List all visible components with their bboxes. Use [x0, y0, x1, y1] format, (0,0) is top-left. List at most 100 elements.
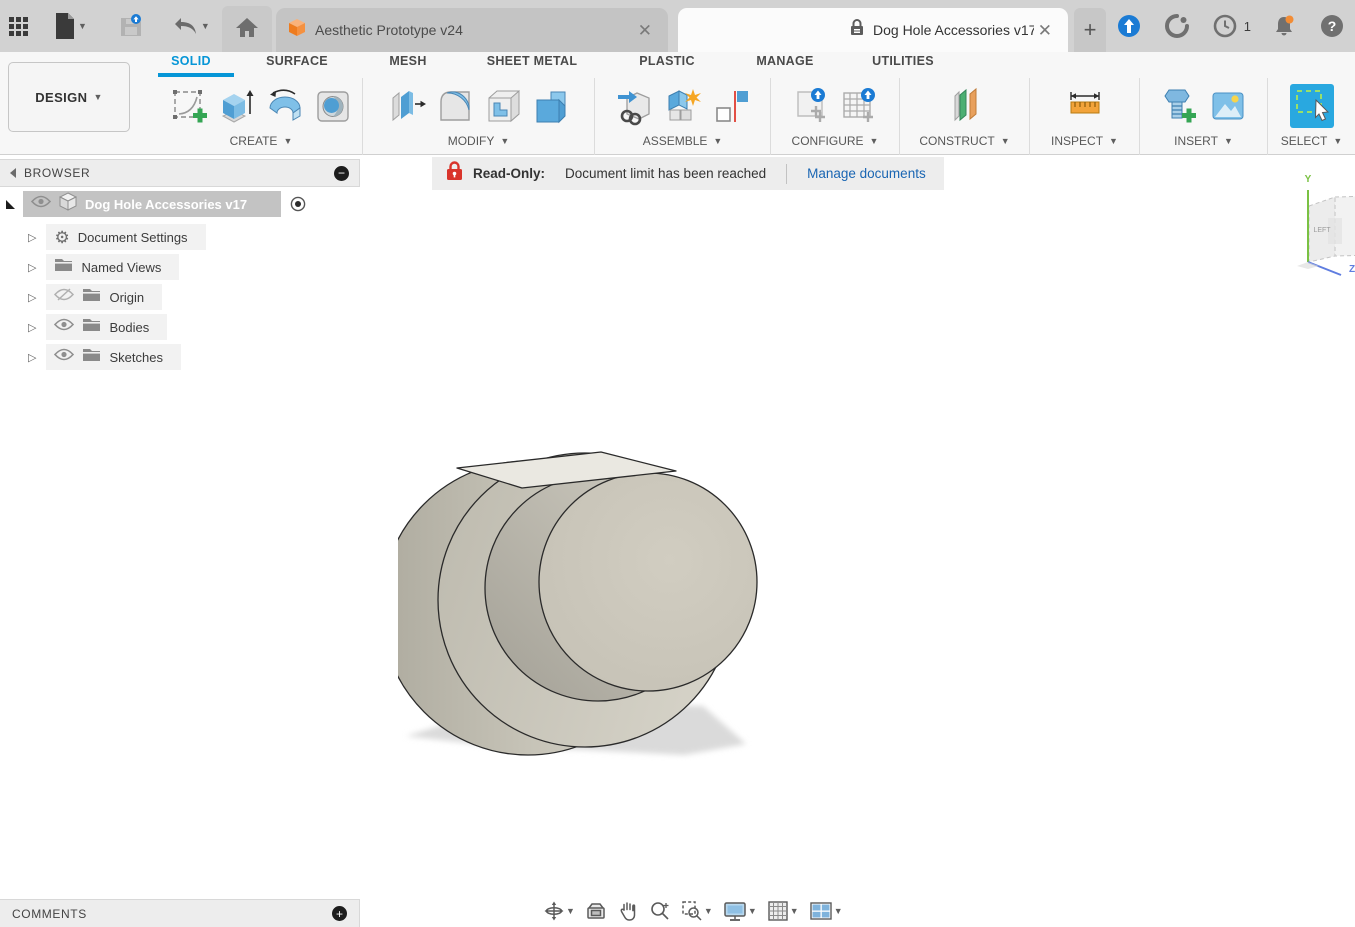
minimize-browser-icon[interactable]: − — [334, 166, 349, 181]
save-icon[interactable] — [116, 10, 146, 42]
group-label-inspect[interactable]: INSPECT▼ — [1051, 134, 1118, 148]
visibility-off-eye-icon[interactable] — [54, 287, 74, 307]
item-label[interactable]: Document Settings — [78, 230, 198, 245]
comments-panel: COMMENTS + — [0, 899, 360, 927]
job-count: 1 — [1244, 19, 1251, 34]
group-configure: CONFIGURE▼ — [771, 78, 900, 155]
expander-icon[interactable]: ▷ — [28, 291, 36, 304]
collapse-panel-icon[interactable] — [10, 168, 16, 178]
extrude-icon[interactable] — [214, 80, 260, 132]
configuration-table-icon[interactable] — [836, 80, 882, 132]
group-label-construct[interactable]: CONSTRUCT▼ — [919, 134, 1009, 148]
browser-root-row[interactable]: Dog Hole Accessories v17 — [6, 191, 309, 217]
item-label[interactable]: Origin — [109, 290, 154, 305]
expander-icon[interactable]: ▷ — [28, 351, 36, 364]
expander-icon[interactable]: ▷ — [28, 261, 36, 274]
joint-icon[interactable] — [708, 80, 754, 132]
new-tab-icon[interactable]: + — [1074, 8, 1106, 52]
browser-item-sketches[interactable]: ▷ Sketches — [28, 344, 181, 370]
browser-item-origin[interactable]: ▷ Origin — [28, 284, 162, 310]
create-sketch-icon[interactable] — [166, 80, 212, 132]
revolve-icon[interactable] — [262, 80, 308, 132]
canvas-icon[interactable] — [1205, 80, 1251, 132]
workspace-label: DESIGN — [35, 90, 87, 105]
expander-icon[interactable]: ▷ — [28, 231, 36, 244]
notification-bell-icon[interactable] — [1269, 10, 1299, 42]
expand-collapse-icon[interactable] — [6, 200, 15, 209]
close-icon[interactable]: ✕ — [634, 20, 656, 41]
ribbon-toolbar: SOLID SURFACE MESH SHEET METAL PLASTIC M… — [0, 52, 1355, 155]
viewports-icon[interactable]: ▼ — [806, 899, 846, 923]
group-label-modify[interactable]: MODIFY▼ — [448, 134, 510, 148]
pan-hand-icon[interactable] — [614, 898, 642, 924]
press-pull-icon[interactable] — [384, 80, 430, 132]
look-at-icon[interactable] — [582, 899, 610, 923]
construction-plane-icon[interactable] — [942, 80, 988, 132]
tab-manage[interactable]: MANAGE — [750, 54, 820, 76]
orbit-icon[interactable]: ▼ — [540, 898, 578, 924]
new-component-icon[interactable] — [660, 80, 706, 132]
insert-fastener-icon[interactable] — [1157, 80, 1203, 132]
combine-icon[interactable] — [528, 80, 574, 132]
zoom-icon[interactable] — [646, 898, 674, 924]
clock-icon[interactable] — [1210, 10, 1240, 42]
visibility-eye-icon[interactable] — [54, 318, 74, 336]
view-cube[interactable]: LEFT FRONT Y Z — [1295, 170, 1355, 280]
root-component-label[interactable]: Dog Hole Accessories v17 — [85, 197, 273, 212]
job-status-icon[interactable] — [1162, 10, 1192, 42]
fillet-icon[interactable] — [432, 80, 478, 132]
display-settings-icon[interactable]: ▼ — [720, 898, 760, 924]
app-grid-icon[interactable] — [6, 13, 31, 40]
group-label-assemble[interactable]: ASSEMBLE▼ — [643, 134, 723, 148]
shell-icon[interactable] — [480, 80, 526, 132]
hole-icon[interactable] — [310, 80, 356, 132]
component-cube-icon — [59, 192, 77, 216]
item-label[interactable]: Named Views — [81, 260, 171, 275]
tab-utilities[interactable]: UTILITIES — [863, 54, 943, 76]
browser-header: BROWSER − — [0, 159, 360, 187]
item-label[interactable]: Bodies — [109, 320, 159, 335]
tab-sheet-metal[interactable]: SHEET METAL — [480, 54, 584, 76]
fit-zoom-icon[interactable]: ▼ — [678, 898, 716, 924]
browser-item-document-settings[interactable]: ▷ ⚙ Document Settings — [28, 224, 206, 250]
group-label-configure[interactable]: CONFIGURE▼ — [792, 134, 879, 148]
measure-icon[interactable] — [1062, 80, 1108, 132]
document-tab-aesthetic-prototype[interactable]: Aesthetic Prototype v24 ✕ — [276, 8, 668, 52]
home-button[interactable] — [222, 6, 272, 52]
tab-surface[interactable]: SURFACE — [257, 54, 337, 76]
visibility-eye-icon[interactable] — [31, 195, 51, 213]
workspace-selector[interactable]: DESIGN ▼ — [8, 62, 130, 132]
expander-icon[interactable]: ▷ — [28, 321, 36, 334]
select-icon[interactable] — [1289, 80, 1335, 132]
browser-item-bodies[interactable]: ▷ Bodies — [28, 314, 167, 340]
top-app-bar: ▼ ▼ ▼ Aesthe — [0, 0, 1355, 52]
orange-cube-icon — [288, 18, 306, 42]
insert-derive-icon[interactable] — [612, 80, 658, 132]
read-only-banner: Read-Only: Document limit has been reach… — [432, 157, 944, 190]
visibility-eye-icon[interactable] — [54, 348, 74, 366]
group-insert: INSERT▼ — [1140, 78, 1268, 155]
folder-icon — [82, 317, 101, 337]
model-viewport[interactable]: Read-Only: Document limit has been reach… — [0, 155, 1355, 927]
group-label-insert[interactable]: INSERT▼ — [1174, 134, 1233, 148]
y-axis-label: Y — [1305, 174, 1312, 185]
manage-documents-link[interactable]: Manage documents — [807, 166, 930, 181]
grid-settings-icon[interactable]: ▼ — [764, 898, 802, 924]
configuration-icon[interactable] — [788, 80, 834, 132]
group-label-create[interactable]: CREATE▼ — [230, 134, 293, 148]
tab-mesh[interactable]: MESH — [376, 54, 440, 76]
browser-item-named-views[interactable]: ▷ Named Views — [28, 254, 179, 280]
group-label-select[interactable]: SELECT▼ — [1281, 134, 1343, 148]
add-comment-icon[interactable]: + — [332, 906, 347, 921]
tab-label: Dog Hole Accessories v17 — [873, 22, 1034, 38]
tab-plastic[interactable]: PLASTIC — [630, 54, 704, 76]
file-menu-icon[interactable]: ▼ — [51, 9, 90, 43]
help-icon[interactable]: ? — [1317, 10, 1347, 42]
model-body[interactable] — [398, 448, 760, 768]
document-tab-dog-hole-accessories[interactable]: Dog Hole Accessories v17 ✕ — [678, 8, 1068, 52]
item-label[interactable]: Sketches — [109, 350, 172, 365]
undo-icon[interactable]: ▼ — [170, 12, 213, 40]
activate-component-radio[interactable] — [287, 193, 309, 215]
extensions-icon[interactable] — [1114, 10, 1144, 42]
close-icon[interactable]: ✕ — [1034, 20, 1056, 41]
